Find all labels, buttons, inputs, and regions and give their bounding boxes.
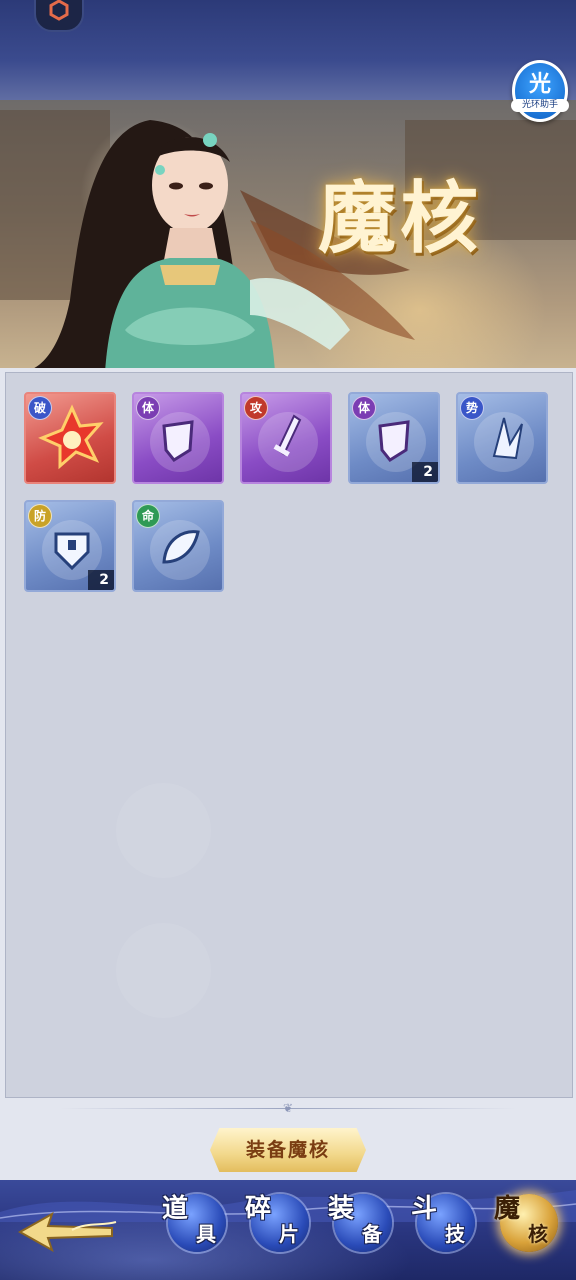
magic-core-slot[interactable]: 体: [132, 392, 224, 484]
magic-core-slot[interactable]: 势: [456, 392, 548, 484]
top-strip: [0, 0, 576, 110]
assist-label: 光环助手: [511, 99, 569, 112]
tab-label-char1: 装: [328, 1194, 355, 1224]
back-arrow-button[interactable]: [12, 1204, 122, 1254]
magic-core-slot[interactable]: 破: [24, 392, 116, 484]
attribute-tag: 体: [352, 396, 376, 420]
divider-ornament: ❦: [282, 1101, 294, 1115]
panel-watermark: [116, 923, 211, 1018]
attribute-tag: 体: [136, 396, 160, 420]
attribute-tag: 命: [136, 504, 160, 528]
tab-label-char1: 碎: [245, 1194, 272, 1224]
banner-title: 魔核: [318, 173, 483, 264]
tab-label-char2: 技: [445, 1222, 465, 1246]
attribute-tag: 破: [28, 396, 52, 420]
tab-skills[interactable]: 斗技: [409, 1186, 481, 1258]
equip-magic-core-button[interactable]: 装备魔核: [210, 1128, 366, 1172]
item-count: 2: [88, 570, 114, 590]
assist-helper-button[interactable]: 光 光环助手: [511, 60, 569, 122]
panel-watermark: [116, 783, 211, 878]
attribute-tag: 防: [28, 504, 52, 528]
menu-button[interactable]: [34, 0, 84, 32]
tab-label-char1: 道: [162, 1194, 189, 1224]
tab-magic-core[interactable]: 魔核: [492, 1186, 564, 1258]
tab-label-char1: 魔: [494, 1194, 521, 1224]
magic-core-slot[interactable]: 攻: [240, 392, 332, 484]
hexagon-icon: [49, 0, 69, 21]
tab-items[interactable]: 道具: [160, 1186, 232, 1258]
magic-core-slot[interactable]: 命: [132, 500, 224, 592]
tab-label-char2: 核: [528, 1222, 548, 1246]
tab-fragments[interactable]: 碎片: [243, 1186, 315, 1258]
assist-glyph: 光: [528, 72, 551, 97]
attribute-tag: 势: [460, 396, 484, 420]
tab-label-char1: 斗: [411, 1194, 438, 1224]
item-count: 2: [412, 462, 438, 482]
attribute-tag: 攻: [244, 396, 268, 420]
magic-core-slot[interactable]: 体2: [348, 392, 440, 484]
tab-label-char2: 具: [196, 1222, 216, 1246]
tab-equipment[interactable]: 装备: [326, 1186, 398, 1258]
magic-core-slot[interactable]: 防2: [24, 500, 116, 592]
tab-label-char2: 备: [362, 1222, 382, 1246]
tab-label-char2: 片: [279, 1222, 299, 1246]
banner: 魔核: [0, 100, 576, 372]
